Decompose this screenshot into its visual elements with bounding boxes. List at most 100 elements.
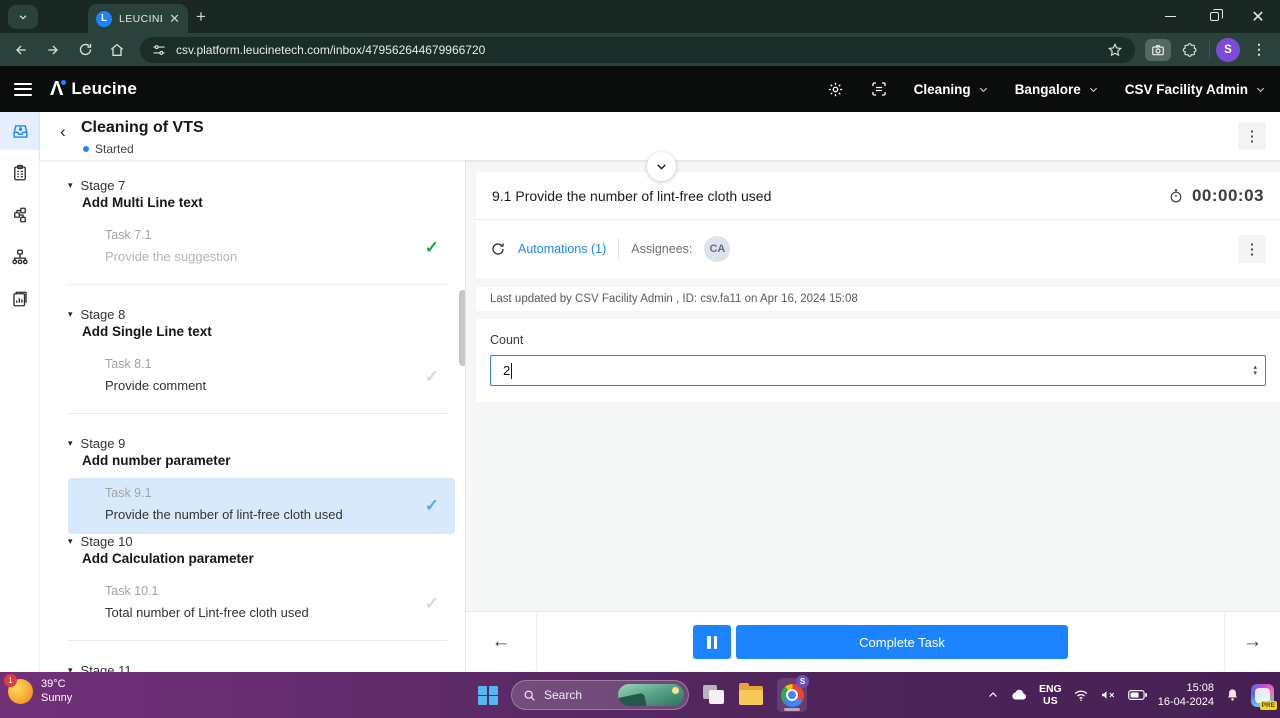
chevron-down-icon <box>1089 87 1097 92</box>
language-indicator[interactable]: ENG US <box>1039 683 1062 707</box>
stage-header[interactable]: ▾ Stage 8 <box>40 307 465 322</box>
window-close-button[interactable]: ✕ <box>1236 0 1280 33</box>
app-header: Λ Leucine Cleaning Bangalore CSV Facilit… <box>0 66 1280 112</box>
site-settings-icon <box>153 44 165 55</box>
volume-muted-icon[interactable] <box>1100 688 1117 702</box>
battery-icon[interactable] <box>1127 689 1147 701</box>
window-minimize-button[interactable] <box>1148 0 1192 33</box>
workflow-icon <box>14 207 26 223</box>
stage-header[interactable]: ▾ Stage 7 <box>40 178 465 193</box>
count-input[interactable]: 2 ▴ ▾ <box>490 355 1266 386</box>
stage-header[interactable]: ▾ Stage 10 <box>40 534 465 549</box>
tab-close-icon[interactable]: ✕ <box>169 12 180 25</box>
scan-icon[interactable] <box>870 80 888 98</box>
divider <box>68 413 447 414</box>
task-menu-button[interactable]: ⋮ <box>1238 235 1266 263</box>
number-stepper[interactable]: ▴ ▾ <box>1253 364 1257 377</box>
hierarchy-icon <box>12 249 28 265</box>
extensions-button[interactable] <box>1177 37 1203 63</box>
assignees-label: Assignees: <box>631 242 693 256</box>
browser-forward-button[interactable] <box>40 37 66 63</box>
reload-icon <box>79 43 91 56</box>
back-chevron-icon[interactable]: ‹ <box>60 122 66 142</box>
preview-badge: PRE <box>1259 700 1277 710</box>
browser-menu-button[interactable]: ⋮ <box>1246 37 1272 63</box>
hamburger-menu-icon[interactable] <box>14 82 32 96</box>
browser-tab[interactable]: L LEUCINE ✕ <box>88 4 188 33</box>
start-button[interactable] <box>478 685 498 705</box>
copilot-icon[interactable]: PRE <box>1251 683 1277 710</box>
url-text: csv.platform.leucinetech.com/inbox/47956… <box>176 42 486 57</box>
clock[interactable]: 15:08 16-04-2024 <box>1158 681 1214 709</box>
taskbar-time: 15:08 <box>1186 682 1214 694</box>
divider <box>68 640 447 641</box>
task-item-title: Total number of Lint-free cloth used <box>105 605 309 620</box>
windows-taskbar: 1 39°C Sunny Search S ENG US 15:08 16-04-20… <box>0 672 1280 718</box>
search-highlight-image <box>618 684 684 706</box>
automations-link[interactable]: Automations (1) <box>518 242 606 256</box>
sidebar-item-reports[interactable] <box>0 280 40 318</box>
tab-title: LEUCINE <box>119 12 162 25</box>
chevron-down-icon <box>657 164 666 170</box>
task-id: Task 8.1 <box>105 357 152 371</box>
wifi-icon[interactable] <box>1073 689 1089 702</box>
window-restore-button[interactable] <box>1192 0 1236 33</box>
notification-bell-icon[interactable] <box>1225 687 1240 703</box>
task-item[interactable]: Task 10.1 Total number of Lint-free cloth… <box>68 576 455 632</box>
onedrive-cloud-icon[interactable] <box>1010 688 1028 702</box>
user-role-dropdown[interactable]: CSV Facility Admin <box>1125 82 1266 97</box>
weather-widget[interactable]: 1 39°C Sunny <box>4 673 73 705</box>
task-id: Task 7.1 <box>105 228 152 242</box>
stage-header[interactable]: ▾ Stage 11 <box>40 663 465 672</box>
collapse-triangle-icon: ▾ <box>68 536 73 546</box>
browser-toolbar: csv.platform.leucinetech.com/inbox/47956… <box>0 33 1280 66</box>
browser-reload-button[interactable] <box>72 37 98 63</box>
task-footer: ← Complete Task → <box>466 611 1280 672</box>
new-tab-button[interactable]: + <box>196 7 206 27</box>
stage-block: ▾ Stage 7 Add Multi Line text Task 7.1 Provi… <box>40 178 465 276</box>
tab-search-button[interactable] <box>8 5 38 29</box>
previous-task-button[interactable]: ← <box>466 612 537 672</box>
stage-header[interactable]: ▾ Stage 9 <box>40 436 465 451</box>
task-item[interactable]: Task 9.1 Provide the number of lint-free … <box>68 478 455 534</box>
browser-home-button[interactable] <box>104 37 130 63</box>
gear-icon[interactable] <box>827 81 844 98</box>
next-task-button[interactable]: → <box>1224 612 1280 672</box>
sidebar-item-workflows[interactable] <box>0 196 40 234</box>
task-item[interactable]: Task 8.1 Provide comment ✓ <box>68 349 455 405</box>
assignee-avatar[interactable]: CA <box>704 236 731 262</box>
weather-desc: Sunny <box>41 692 73 704</box>
page-title: Cleaning of VTS <box>81 119 204 136</box>
stepper-down-icon[interactable]: ▾ <box>1253 370 1257 377</box>
task-item-title: Provide comment <box>105 378 207 393</box>
url-bar[interactable]: csv.platform.leucinetech.com/inbox/47956… <box>140 36 1135 63</box>
facility-dropdown[interactable]: Bangalore <box>1015 82 1099 97</box>
chrome-taskbar-button[interactable]: S <box>777 675 809 712</box>
task-item[interactable]: Task 7.1 Provide the suggestion ✓ <box>68 220 455 276</box>
sidebar-item-inbox[interactable] <box>0 112 40 150</box>
stage-subtitle: Add Calculation parameter <box>82 551 254 566</box>
pause-task-button[interactable] <box>693 625 731 659</box>
page-menu-button[interactable]: ⋮ <box>1238 122 1266 150</box>
collapse-panel-button[interactable] <box>647 152 676 181</box>
search-icon <box>524 690 535 701</box>
task-item-title: Provide the number of lint-free cloth us… <box>105 507 343 522</box>
file-explorer-button[interactable] <box>739 682 763 705</box>
stage-name: Stage 7 <box>80 178 126 193</box>
sidebar-item-checklists[interactable] <box>0 154 40 192</box>
restore-icon <box>1209 9 1223 21</box>
stopwatch-icon <box>1170 188 1182 202</box>
use-case-dropdown[interactable]: Cleaning <box>914 82 989 97</box>
browser-profile-avatar[interactable]: S <box>1216 37 1240 62</box>
bookmark-star-icon[interactable] <box>1107 42 1123 58</box>
task-view-button[interactable] <box>703 685 725 705</box>
complete-task-button[interactable]: Complete Task <box>736 625 1068 659</box>
stage-subtitle: Add Multi Line text <box>82 195 203 210</box>
taskbar-search[interactable]: Search <box>511 680 689 710</box>
search-placeholder: Search <box>544 688 583 702</box>
sidebar-item-hierarchy[interactable] <box>0 238 40 276</box>
screenshot-extension-button[interactable] <box>1145 38 1171 61</box>
browser-back-button[interactable] <box>8 37 34 63</box>
panel-scrollbar[interactable] <box>459 290 465 366</box>
hidden-icons-chevron[interactable] <box>987 689 999 701</box>
